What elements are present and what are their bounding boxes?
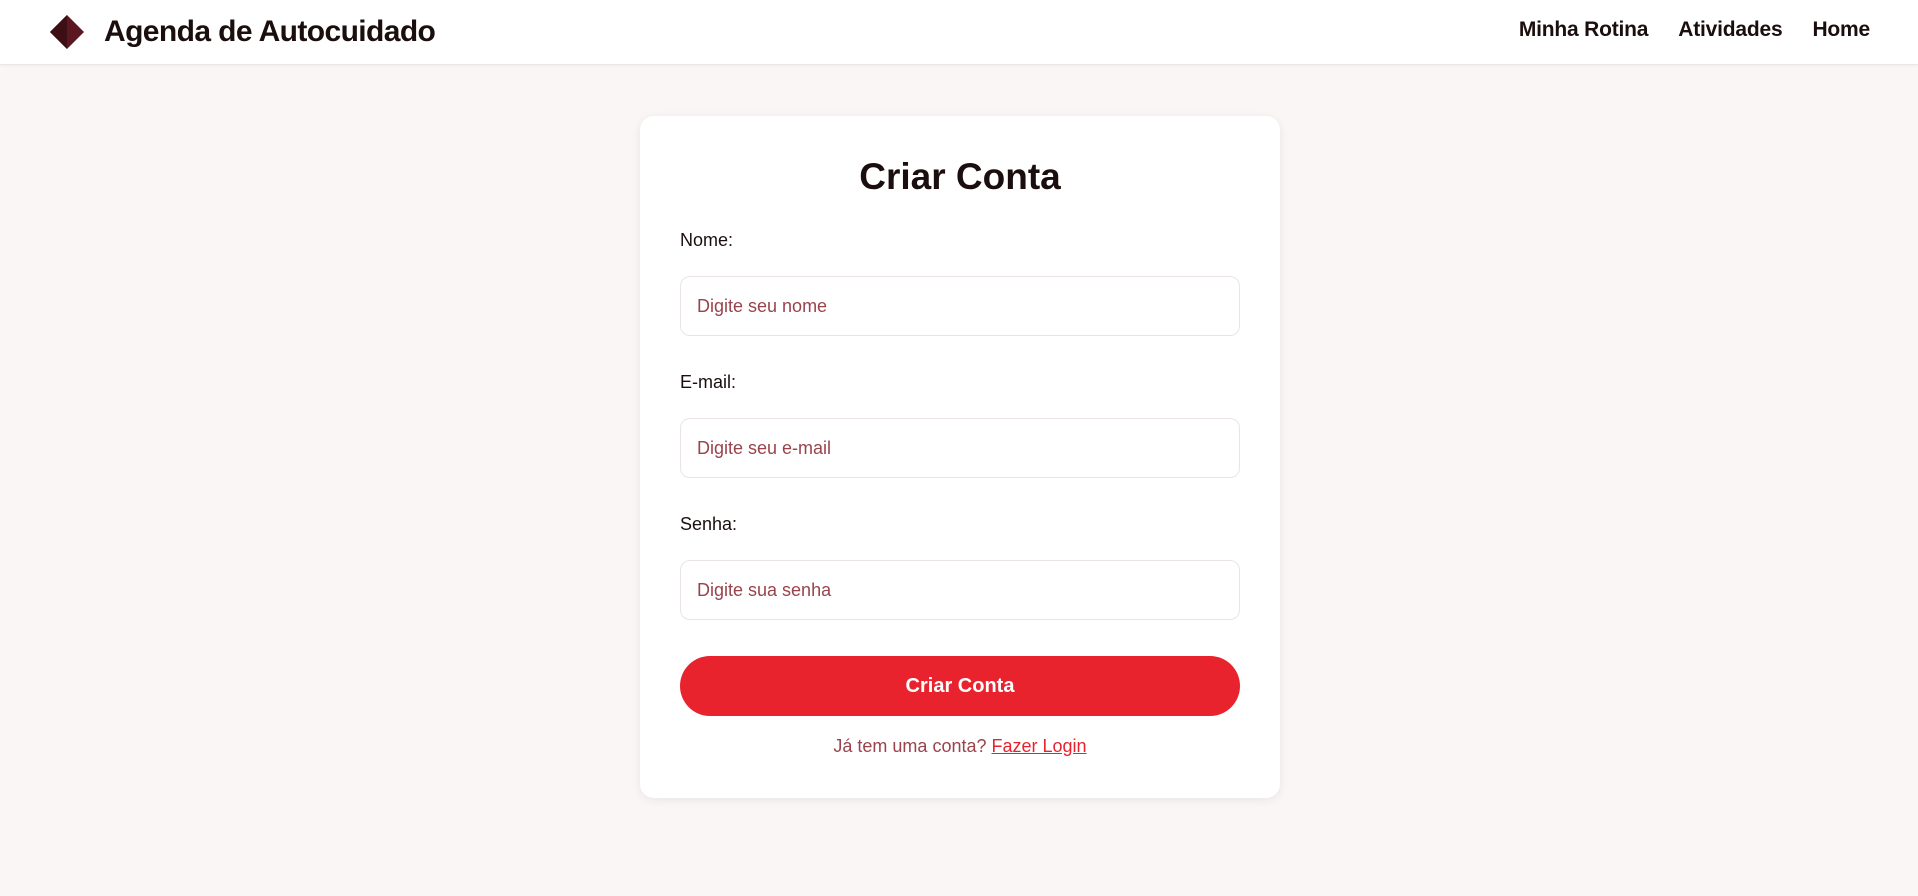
login-prompt: Já tem uma conta? Fazer Login	[640, 736, 1280, 757]
diamond-logo-icon	[50, 15, 84, 49]
login-link[interactable]: Fazer Login	[992, 736, 1087, 756]
top-navigation-bar: Agenda de Autocuidado Minha Rotina Ativi…	[0, 0, 1918, 65]
brand[interactable]: Agenda de Autocuidado	[48, 12, 436, 52]
nav-link-atividades[interactable]: Atividades	[1678, 18, 1782, 42]
page-title: Criar Conta	[859, 156, 1061, 197]
password-input[interactable]	[680, 560, 1240, 620]
signup-card: Criar Conta Nome: E-mail: Senha: Criar C…	[640, 116, 1280, 798]
app-title: Agenda de Autocuidado	[104, 15, 436, 48]
password-field-label: Senha:	[680, 514, 738, 534]
email-input[interactable]	[680, 418, 1240, 478]
email-field-label: E-mail:	[680, 372, 737, 392]
name-input[interactable]	[680, 276, 1240, 336]
name-field-label: Nome:	[680, 230, 734, 250]
nav-link-home[interactable]: Home	[1812, 18, 1870, 42]
main-nav: Minha Rotina Atividades Home	[1519, 18, 1870, 42]
nav-link-minha-rotina[interactable]: Minha Rotina	[1519, 18, 1649, 42]
create-account-button[interactable]: Criar Conta	[680, 656, 1240, 716]
login-prompt-text: Já tem uma conta?	[833, 736, 987, 756]
